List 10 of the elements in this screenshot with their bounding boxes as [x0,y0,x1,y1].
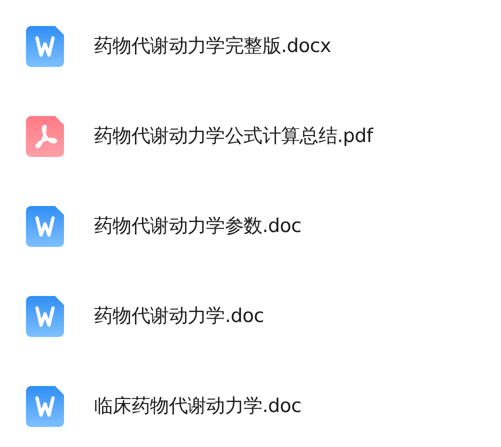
file-name[interactable]: 药物代谢动力学公式计算总结.pdf [94,123,373,149]
file-name[interactable]: 药物代谢动力学参数.doc [94,213,302,239]
file-name[interactable]: 药物代谢动力学完整版.docx [94,33,331,59]
file-name[interactable]: 临床药物代谢动力学.doc [94,393,302,419]
file-name[interactable]: 药物代谢动力学.doc [94,303,264,329]
document-file-icon [26,26,64,66]
document-file-icon [26,206,64,246]
document-file-icon [26,386,64,426]
pdf-file-icon [26,116,64,156]
document-file-icon [26,296,64,336]
